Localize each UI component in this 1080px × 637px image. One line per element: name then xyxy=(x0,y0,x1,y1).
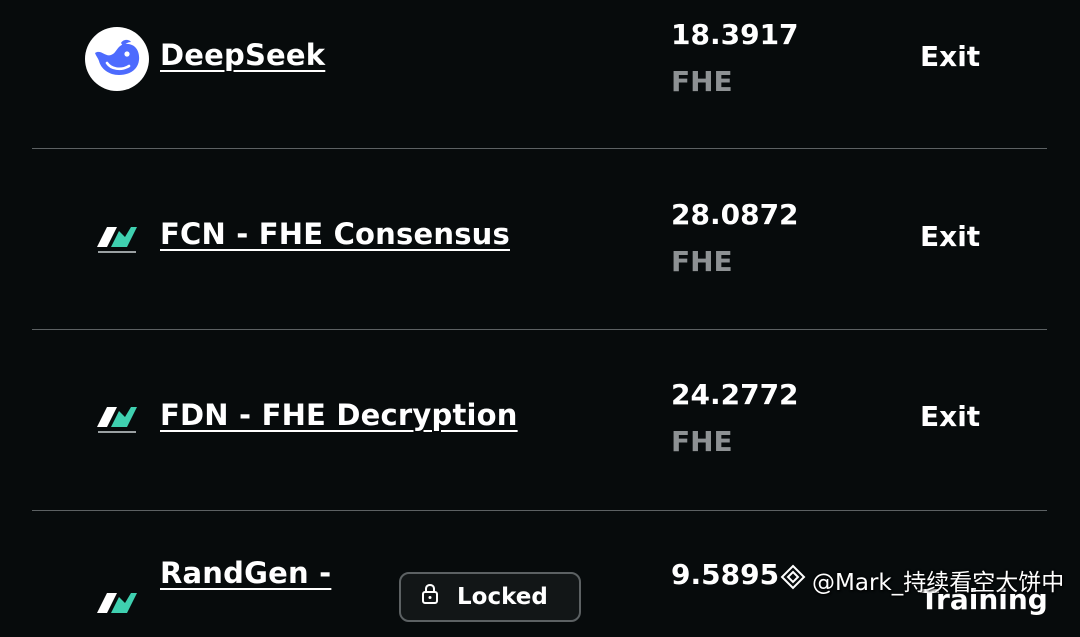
staking-list: DeepSeek 18.3917 FHE Exit FCN - FHE Cons… xyxy=(32,0,1048,616)
flux-network-logo xyxy=(85,387,149,451)
list-item: DeepSeek 18.3917 FHE Exit xyxy=(32,0,1047,149)
lock-icon xyxy=(421,583,439,611)
list-item: FCN - FHE Consensus 28.0872 FHE Exit xyxy=(32,149,1047,330)
flux-network-logo xyxy=(85,573,149,637)
watermark: @Mark_持续看空大饼中 xyxy=(780,563,1064,597)
watermark-text: @Mark_持续看空大饼中 xyxy=(812,570,1065,596)
project-link[interactable]: FDN - FHE Decryption xyxy=(160,398,518,432)
binance-logo-icon xyxy=(780,564,806,596)
staked-amount: 28.0872 FHE xyxy=(671,198,841,279)
exit-button[interactable]: Exit xyxy=(920,400,980,433)
staked-amount: 24.2772 FHE xyxy=(671,378,841,459)
amount-unit: FHE xyxy=(671,65,733,98)
project-link[interactable]: RandGen - xyxy=(160,556,331,590)
amount-unit: FHE xyxy=(671,245,733,278)
amount-value: 18.3917 xyxy=(671,18,799,51)
project-link[interactable]: DeepSeek xyxy=(160,38,325,72)
amount-unit: FHE xyxy=(671,425,733,458)
deepseek-whale-icon xyxy=(85,27,149,91)
locked-button[interactable]: Locked xyxy=(399,572,581,622)
staked-amount: 18.3917 FHE xyxy=(671,18,841,99)
amount-value: 28.0872 xyxy=(671,198,799,231)
locked-label: Locked xyxy=(457,584,548,610)
exit-button[interactable]: Exit xyxy=(920,220,980,253)
amount-value: 24.2772 xyxy=(671,378,799,411)
project-link[interactable]: FCN - FHE Consensus xyxy=(160,217,510,251)
flux-network-logo xyxy=(85,207,149,271)
list-item: FDN - FHE Decryption 24.2772 FHE Exit xyxy=(32,330,1047,511)
exit-button[interactable]: Exit xyxy=(920,40,980,73)
